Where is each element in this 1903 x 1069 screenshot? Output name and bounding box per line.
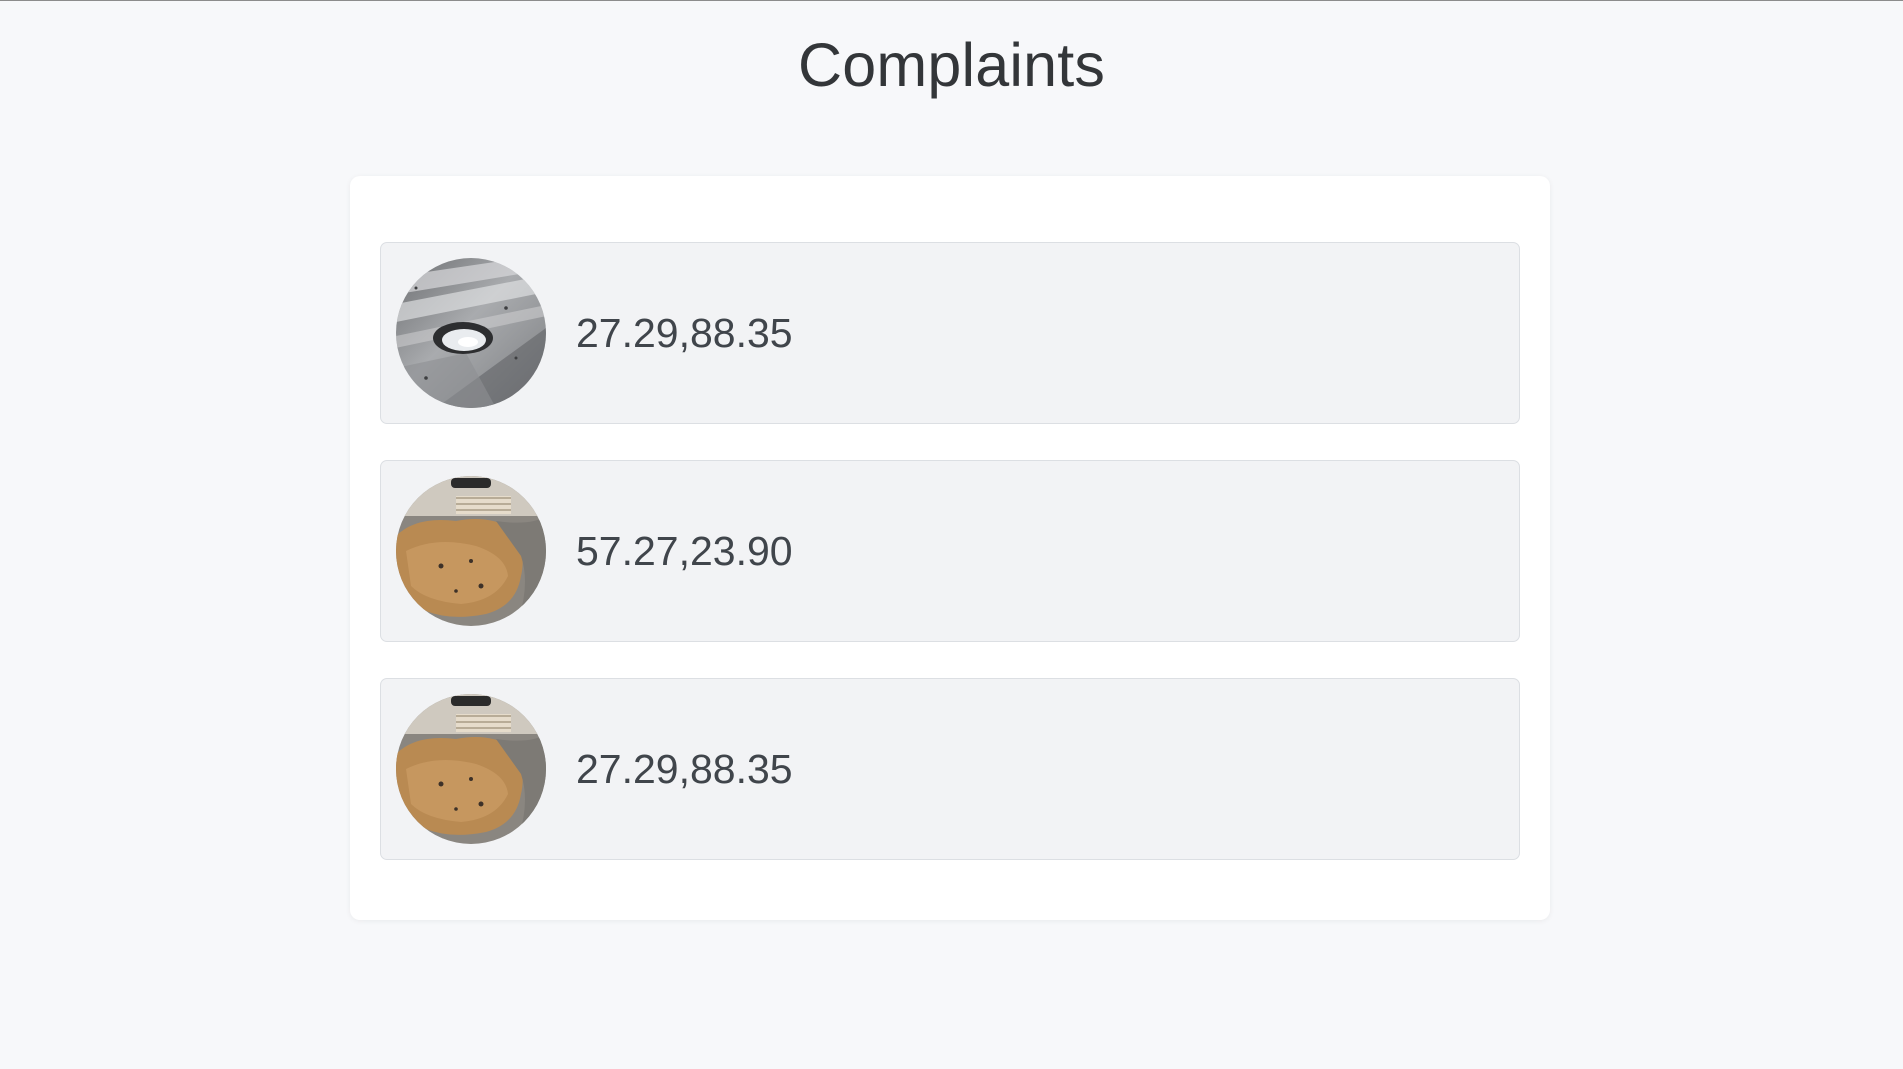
complaint-item[interactable]: 57.27,23.90 <box>380 460 1520 642</box>
complaint-coords: 27.29,88.35 <box>576 310 793 356</box>
complaint-item[interactable]: 27.29,88.35 <box>380 242 1520 424</box>
pothole-photo-icon <box>396 476 546 626</box>
complaint-item[interactable]: 27.29,88.35 <box>380 678 1520 860</box>
page-title: Complaints <box>797 31 1106 99</box>
pothole-photo-icon <box>396 694 546 844</box>
complaint-coords: 57.27,23.90 <box>576 528 793 574</box>
complaints-card: 27.29,88.35 57.27,23.90 27.29,88.35 <box>350 176 1550 920</box>
pothole-photo-icon <box>396 258 546 408</box>
complaints-list: 27.29,88.35 57.27,23.90 27.29,88.35 <box>380 242 1520 896</box>
complaint-coords: 27.29,88.35 <box>576 746 793 792</box>
